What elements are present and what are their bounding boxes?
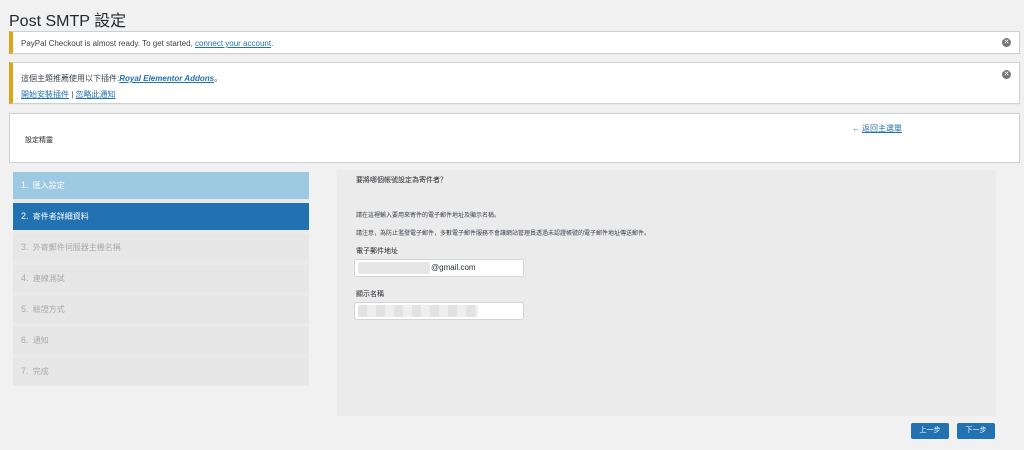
redacted-text (358, 262, 430, 274)
previous-button[interactable]: 上一步 (911, 423, 949, 439)
page-title: Post SMTP 設定 (9, 13, 127, 30)
install-plugin-link[interactable]: 開始安裝插件 (21, 90, 69, 99)
email-label: 電子郵件地址 (356, 248, 398, 255)
theme-notice-text: 這個主題推薦使用以下插件:Royal Elementor Addons。 (21, 74, 223, 83)
theme-notice-actions: 開始安裝插件 | 忽略此通知 (21, 90, 116, 99)
next-button[interactable]: 下一步 (957, 423, 995, 439)
step-outgoing-server: 3. 外寄郵件伺服器主機名稱 (13, 234, 309, 261)
step-complete: 7. 完成 (13, 358, 309, 385)
dismiss-icon[interactable]: ✕ (1002, 70, 1011, 79)
theme-notice: 這個主題推薦使用以下插件:Royal Elementor Addons。 開始安… (9, 62, 1020, 104)
dismiss-icon[interactable]: ✕ (1002, 38, 1011, 47)
display-name-label: 顯示名稱 (356, 291, 384, 298)
step-sender-details[interactable]: 2. 寄件者詳細資料 (13, 203, 309, 230)
paypal-notice-text: PayPal Checkout is almost ready. To get … (21, 39, 274, 48)
step-auth-method: 5. 驗證方式 (13, 296, 309, 323)
step-import-settings[interactable]: 1. 匯入設定 (13, 172, 309, 199)
arrow-left-icon: ← (852, 124, 860, 133)
back-to-menu-link[interactable]: ← 返回主選單 (852, 123, 902, 134)
step-connection-test: 4. 連線測試 (13, 265, 309, 292)
email-value: @gmail.com (431, 263, 476, 272)
form-question: 要將哪個帳號設定為寄件者？ (356, 177, 447, 184)
plugin-link[interactable]: Royal Elementor Addons (119, 74, 214, 83)
form-description: 請在這裡輸入要用來寄件的電子郵件地址及顯示名稱。 (356, 213, 501, 219)
sender-form: 要將哪個帳號設定為寄件者？ 請在這裡輸入要用來寄件的電子郵件地址及顯示名稱。 請… (337, 170, 996, 416)
email-field[interactable]: @gmail.com (354, 259, 524, 277)
display-name-field[interactable] (354, 302, 524, 320)
paypal-notice: PayPal Checkout is almost ready. To get … (9, 31, 1020, 54)
form-note: 請注意，為防止濫發電子郵件，多數電子郵件服務不會讓網站管理員透過未認證帳號的電子… (356, 231, 651, 237)
wizard-title: 設定精靈 (25, 137, 53, 144)
wizard-steps: 1. 匯入設定 2. 寄件者詳細資料 3. 外寄郵件伺服器主機名稱 4. 連線測… (13, 172, 309, 386)
step-notification: 6. 通知 (13, 327, 309, 354)
connect-account-link[interactable]: connect your account (195, 39, 271, 48)
redacted-text (358, 305, 478, 317)
dismiss-notice-link[interactable]: 忽略此通知 (76, 90, 116, 99)
wizard-header: 設定精靈 ← 返回主選單 (9, 113, 1020, 163)
